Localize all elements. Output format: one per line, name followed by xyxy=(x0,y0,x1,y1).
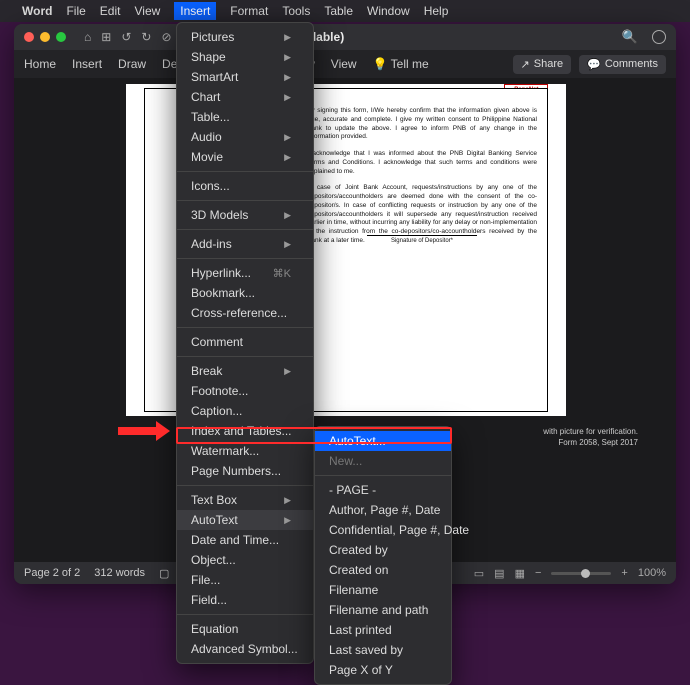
undo-icon[interactable]: ↺ xyxy=(121,30,131,44)
insert-dropdown: Pictures▶Shape▶SmartArt▶Chart▶Table...Au… xyxy=(176,22,314,664)
menu-window[interactable]: Window xyxy=(367,4,410,18)
search-icon[interactable]: 🔍 xyxy=(622,29,638,45)
menu-item-movie[interactable]: Movie▶ xyxy=(177,147,313,167)
tell-me[interactable]: 💡 Tell me xyxy=(373,57,429,71)
submenu-item-new-: New... xyxy=(315,451,451,471)
close-button[interactable] xyxy=(24,32,34,42)
submenu-item-filename-and-path[interactable]: Filename and path xyxy=(315,600,451,620)
autotext-submenu: AutoText...New... - PAGE -Author, Page #,… xyxy=(314,426,452,685)
share-button[interactable]: ↗ Share xyxy=(513,55,572,74)
redo-icon[interactable]: ↻ xyxy=(141,30,151,44)
feedback-icon[interactable] xyxy=(652,30,666,44)
menu-help[interactable]: Help xyxy=(424,4,449,18)
tab-home[interactable]: Home xyxy=(24,57,56,71)
tab-view[interactable]: View xyxy=(331,57,357,71)
tab-draw[interactable]: Draw xyxy=(118,57,146,71)
menu-item-text-box[interactable]: Text Box▶ xyxy=(177,490,313,510)
app-name[interactable]: Word xyxy=(22,4,52,18)
menu-item-autotext[interactable]: AutoText▶ xyxy=(177,510,313,530)
page-count[interactable]: Page 2 of 2 xyxy=(24,567,80,579)
menu-item-file-[interactable]: File... xyxy=(177,570,313,590)
signature-line xyxy=(367,235,477,236)
menu-item-page-numbers-[interactable]: Page Numbers... xyxy=(177,461,313,481)
submenu-item-created-on[interactable]: Created on xyxy=(315,560,451,580)
menu-item-watermark-[interactable]: Watermark... xyxy=(177,441,313,461)
menu-item-equation[interactable]: Equation xyxy=(177,619,313,639)
submenu-item-created-by[interactable]: Created by xyxy=(315,540,451,560)
menu-item-comment[interactable]: Comment xyxy=(177,332,313,352)
menu-item-object-[interactable]: Object... xyxy=(177,550,313,570)
menu-format[interactable]: Format xyxy=(230,4,268,18)
menu-item-shape[interactable]: Shape▶ xyxy=(177,47,313,67)
menu-file[interactable]: File xyxy=(66,4,85,18)
comments-button[interactable]: 💬 Comments xyxy=(579,55,666,74)
web-view-icon[interactable]: ▦ xyxy=(515,567,525,580)
menu-item-pictures[interactable]: Pictures▶ xyxy=(177,27,313,47)
menu-edit[interactable]: Edit xyxy=(100,4,121,18)
zoom-out-icon[interactable]: − xyxy=(535,567,541,579)
word-count[interactable]: 312 words xyxy=(94,567,145,579)
menu-item-audio[interactable]: Audio▶ xyxy=(177,127,313,147)
signature-label: Signature of Depositor* xyxy=(367,238,477,244)
menu-view[interactable]: View xyxy=(134,4,160,18)
menu-item-cross-reference-[interactable]: Cross-reference... xyxy=(177,303,313,323)
menu-item-3d-models[interactable]: 3D Models▶ xyxy=(177,205,313,225)
menu-item-index-and-tables-[interactable]: Index and Tables... xyxy=(177,421,313,441)
menu-item-break[interactable]: Break▶ xyxy=(177,361,313,381)
submenu-item-last-saved-by[interactable]: Last saved by xyxy=(315,640,451,660)
menu-item-footnote-[interactable]: Footnote... xyxy=(177,381,313,401)
submenu-item-page-x-of-y[interactable]: Page X of Y xyxy=(315,660,451,680)
menu-item-field-[interactable]: Field... xyxy=(177,590,313,610)
disabled-icon: ⊘ xyxy=(161,30,171,44)
zoom-in-icon[interactable]: + xyxy=(621,567,627,579)
annotation-arrow xyxy=(118,427,156,435)
submenu-item--page-[interactable]: - PAGE - xyxy=(315,480,451,500)
menu-insert[interactable]: Insert xyxy=(174,2,216,20)
spellcheck-icon[interactable]: ▢ xyxy=(159,567,169,580)
menu-item-add-ins[interactable]: Add-ins▶ xyxy=(177,234,313,254)
menu-item-icons-[interactable]: Icons... xyxy=(177,176,313,196)
menu-item-smartart[interactable]: SmartArt▶ xyxy=(177,67,313,87)
menu-item-caption-[interactable]: Caption... xyxy=(177,401,313,421)
maximize-button[interactable] xyxy=(56,32,66,42)
menu-table[interactable]: Table xyxy=(324,4,353,18)
minimize-button[interactable] xyxy=(40,32,50,42)
doc-para-1: By signing this form, I/We hereby confir… xyxy=(307,107,537,142)
submenu-item-filename[interactable]: Filename xyxy=(315,580,451,600)
menu-item-hyperlink-[interactable]: Hyperlink...⌘K xyxy=(177,263,313,283)
macos-menubar: Word File Edit View Insert Format Tools … xyxy=(0,0,690,22)
footer-note: with picture for verification. xyxy=(543,426,638,437)
home-icon[interactable]: ⌂ xyxy=(84,30,91,44)
menu-item-bookmark-[interactable]: Bookmark... xyxy=(177,283,313,303)
titlebar: ⌂ ⊞ ↺ ↻ ⊘ Maintenance Form (Fillable) 🔍 xyxy=(14,24,676,50)
menu-item-date-and-time-[interactable]: Date and Time... xyxy=(177,530,313,550)
zoom-slider[interactable] xyxy=(551,572,611,575)
menu-tools[interactable]: Tools xyxy=(282,4,310,18)
doc-para-2: I acknowledge that I was informed about … xyxy=(307,150,537,176)
menu-item-chart[interactable]: Chart▶ xyxy=(177,87,313,107)
save-icon[interactable]: ⊞ xyxy=(101,30,111,44)
submenu-item-autotext-[interactable]: AutoText... xyxy=(315,431,451,451)
ribbon-tabs: Home Insert Draw Design Mailings Review … xyxy=(14,50,676,78)
zoom-value[interactable]: 100% xyxy=(638,567,666,579)
submenu-item-last-printed[interactable]: Last printed xyxy=(315,620,451,640)
tab-insert[interactable]: Insert xyxy=(72,57,102,71)
footer-form: Form 2058, Sept 2017 xyxy=(543,437,638,448)
traffic-lights xyxy=(24,32,66,42)
focus-view-icon[interactable]: ▭ xyxy=(474,567,484,580)
print-view-icon[interactable]: ▤ xyxy=(494,567,504,580)
menu-item-table-[interactable]: Table... xyxy=(177,107,313,127)
submenu-item-author-page-date[interactable]: Author, Page #, Date xyxy=(315,500,451,520)
menu-item-advanced-symbol-[interactable]: Advanced Symbol... xyxy=(177,639,313,659)
submenu-item-confidential-page-date[interactable]: Confidential, Page #, Date xyxy=(315,520,451,540)
